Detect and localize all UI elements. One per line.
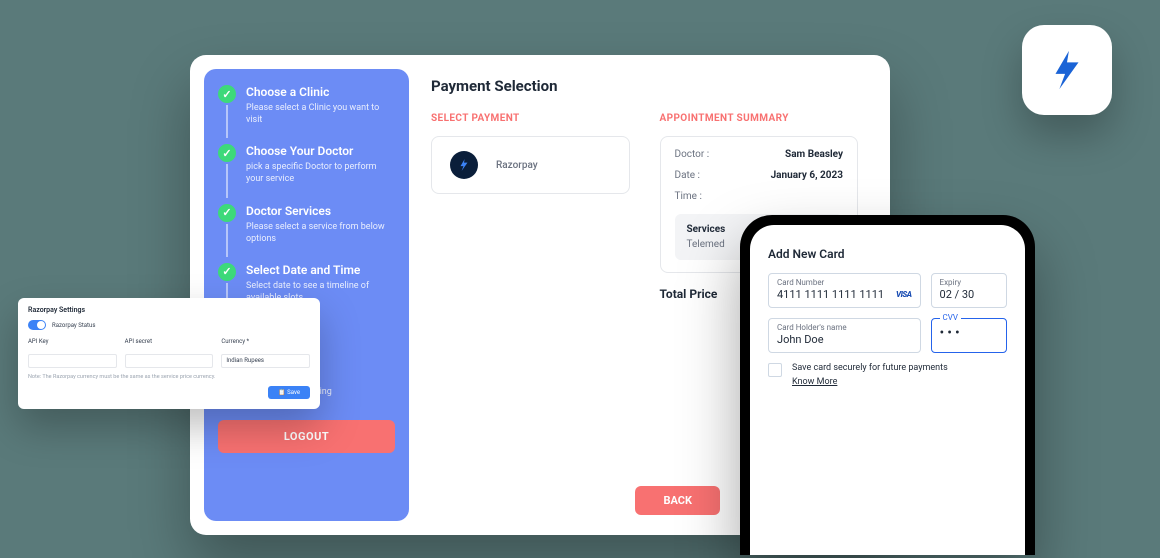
razorpay-icon	[450, 151, 478, 179]
card-holder-field[interactable]: Card Holder's name John Doe	[768, 318, 921, 353]
save-card-checkbox[interactable]	[768, 363, 782, 377]
razorpay-settings-popup: Razorpay Settings Razorpay Status API Ke…	[18, 298, 320, 409]
expiry-label: Expiry	[940, 278, 998, 287]
save-settings-button[interactable]: 📋 Save	[268, 386, 310, 399]
step-doctor-services[interactable]: Doctor Services Please select a service …	[218, 204, 395, 257]
check-icon	[218, 144, 236, 162]
expiry-value: 02 / 30	[940, 288, 998, 301]
select-payment-label: SELECT PAYMENT	[431, 113, 630, 124]
razorpay-logo-corner	[1022, 25, 1112, 115]
api-secret-label: API secret	[125, 338, 214, 345]
card-number-field[interactable]: Card Number 4111 1111 1111 1111 VISA	[768, 273, 921, 308]
summary-date-value: January 6, 2023	[771, 170, 843, 181]
card-holder-label: Card Holder's name	[777, 323, 912, 332]
payment-option-label: Razorpay	[496, 160, 538, 171]
summary-time-key: Time :	[675, 191, 702, 202]
check-icon	[218, 85, 236, 103]
step-desc: pick a specific Doctor to perform your s…	[246, 161, 395, 185]
razorpay-logo-icon	[1044, 47, 1090, 93]
step-title: Select Date and Time	[246, 263, 395, 277]
step-title: Choose Your Doctor	[246, 144, 395, 158]
select-payment-column: SELECT PAYMENT Razorpay	[431, 113, 630, 301]
card-number-label: Card Number	[777, 278, 912, 287]
cvv-label: CVV	[940, 313, 961, 322]
visa-icon: VISA	[896, 290, 911, 299]
save-card-text: Save card securely for future payments	[792, 363, 948, 373]
settings-note: Note: The Razorpay currency must be the …	[28, 374, 310, 380]
phone-frame: Add New Card Card Number 4111 1111 1111 …	[740, 215, 1035, 555]
phone-screen: Add New Card Card Number 4111 1111 1111 …	[750, 225, 1025, 555]
add-card-title: Add New Card	[768, 247, 1007, 261]
razorpay-status-toggle[interactable]	[28, 320, 46, 330]
logout-button[interactable]: LOGOUT	[218, 420, 395, 453]
check-icon	[218, 263, 236, 281]
card-number-value: 4111 1111 1111 1111	[777, 288, 884, 301]
razorpay-status-label: Razorpay Status	[52, 322, 95, 329]
step-desc: Please select a Clinic you want to visit	[246, 102, 395, 126]
step-title: Choose a Clinic	[246, 85, 395, 99]
currency-label: Currency *	[221, 338, 310, 345]
api-secret-input[interactable]	[125, 354, 214, 368]
summary-date-key: Date :	[675, 170, 700, 181]
appointment-summary-label: APPOINTMENT SUMMARY	[660, 113, 859, 124]
booking-steps-sidebar: Choose a Clinic Please select a Clinic y…	[204, 69, 409, 521]
payment-option-razorpay[interactable]: Razorpay	[431, 136, 630, 194]
api-key-input[interactable]	[28, 354, 117, 368]
know-more-link[interactable]: Know More	[792, 377, 837, 387]
settings-title: Razorpay Settings	[28, 306, 310, 314]
step-title: Doctor Services	[246, 204, 395, 218]
page-title: Payment Selection	[431, 77, 858, 95]
step-choose-doctor[interactable]: Choose Your Doctor pick a specific Docto…	[218, 144, 395, 197]
step-choose-clinic[interactable]: Choose a Clinic Please select a Clinic y…	[218, 85, 395, 138]
back-button[interactable]: BACK	[635, 486, 720, 515]
save-card-row: Save card securely for future payments K…	[768, 363, 1007, 387]
cvv-value: •••	[940, 323, 998, 340]
summary-doctor-value: Sam Beasley	[785, 149, 843, 160]
expiry-field[interactable]: Expiry 02 / 30	[931, 273, 1007, 308]
step-desc: Please select a service from below optio…	[246, 221, 395, 245]
api-key-label: API Key	[28, 338, 117, 345]
check-icon	[218, 204, 236, 222]
summary-doctor-key: Doctor :	[675, 149, 710, 160]
cvv-field[interactable]: CVV •••	[931, 318, 1007, 353]
card-holder-value: John Doe	[777, 333, 912, 346]
currency-select[interactable]	[221, 354, 310, 368]
